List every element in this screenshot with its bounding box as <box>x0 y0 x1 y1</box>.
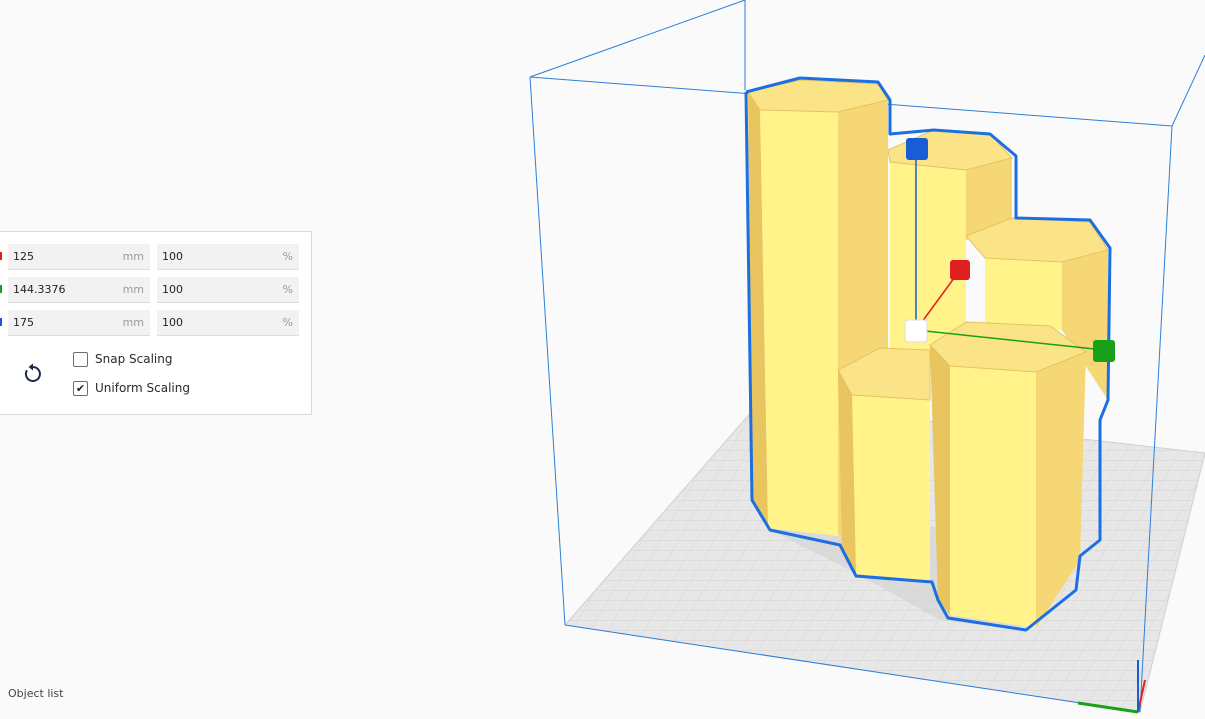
y-scale-handle[interactable] <box>1093 340 1115 362</box>
snap-scaling-label: Snap Scaling <box>95 352 173 366</box>
y-size-value: 144.3376 <box>13 283 66 296</box>
y-size-unit: mm <box>122 283 144 296</box>
z-scale-handle[interactable] <box>906 138 928 160</box>
scale-tool-panel: 125 mm 100 % 144.3376 mm 100 % 175 mm 10… <box>0 231 312 415</box>
uniform-scaling-label: Uniform Scaling <box>95 381 190 395</box>
z-size-input[interactable]: 175 mm <box>8 310 150 336</box>
reset-rotate-icon <box>24 363 41 382</box>
snap-scaling-checkbox[interactable] <box>73 352 88 367</box>
hex-tower-front-right <box>929 321 1088 628</box>
reset-scale-button[interactable] <box>21 362 45 386</box>
x-axis-marker <box>0 252 2 260</box>
object-list-toggle[interactable]: Object list <box>8 687 63 700</box>
y-size-input[interactable]: 144.3376 mm <box>8 277 150 303</box>
z-percent-unit: % <box>282 316 293 329</box>
3d-viewport[interactable]: 125 mm 100 % 144.3376 mm 100 % 175 mm 10… <box>0 0 1205 719</box>
y-percent-unit: % <box>282 283 293 296</box>
x-percent-value: 100 <box>162 250 183 263</box>
x-size-input[interactable]: 125 mm <box>8 244 150 270</box>
z-percent-value: 100 <box>162 316 183 329</box>
x-size-value: 125 <box>13 250 34 263</box>
x-percent-input[interactable]: 100 % <box>157 244 299 270</box>
center-scale-handle[interactable] <box>904 319 928 343</box>
z-percent-input[interactable]: 100 % <box>157 310 299 336</box>
x-size-unit: mm <box>122 250 144 263</box>
z-axis-marker <box>0 318 2 326</box>
x-percent-unit: % <box>282 250 293 263</box>
x-scale-handle[interactable] <box>950 260 970 280</box>
y-percent-input[interactable]: 100 % <box>157 277 299 303</box>
uniform-scaling-checkbox[interactable]: ✔ <box>73 381 88 396</box>
hex-tower-front-left <box>837 347 931 582</box>
z-size-unit: mm <box>122 316 144 329</box>
y-percent-value: 100 <box>162 283 183 296</box>
y-axis-marker <box>0 285 2 293</box>
z-size-value: 175 <box>13 316 34 329</box>
